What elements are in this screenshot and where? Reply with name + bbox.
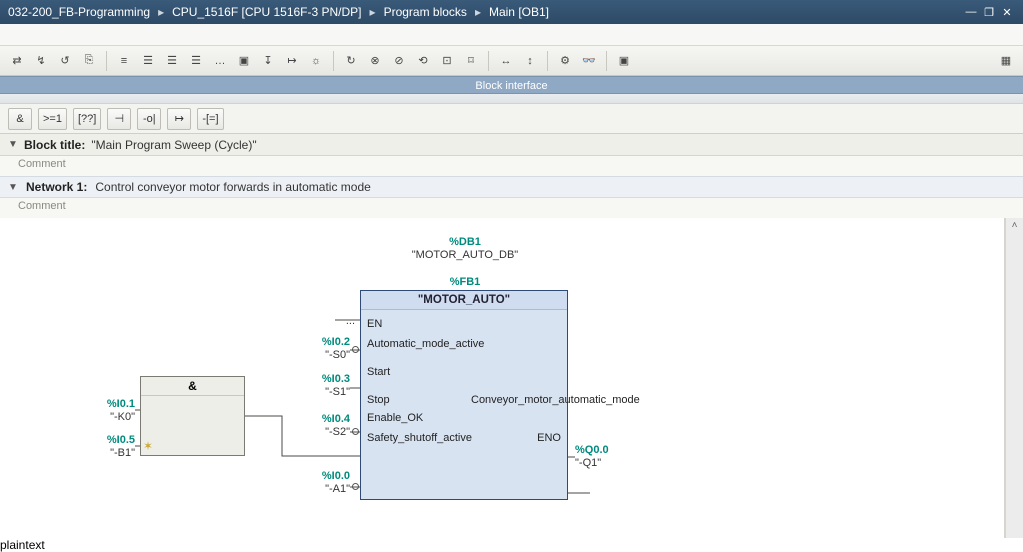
toolbar-btn[interactable]: ↯ bbox=[30, 50, 52, 72]
toolbar-btn[interactable]: ↧ bbox=[257, 50, 279, 72]
chevron-right-icon: ▸ bbox=[158, 5, 164, 19]
toolbar-btn[interactable]: ↔ bbox=[495, 50, 517, 72]
favorite-negate[interactable]: -o| bbox=[137, 108, 161, 130]
toolbar-btn[interactable]: ⚙ bbox=[554, 50, 576, 72]
tag-s2[interactable]: %I0.4 "-S2" bbox=[300, 413, 350, 439]
fb-name: "MOTOR_AUTO" bbox=[361, 291, 567, 310]
and-gate-label: & bbox=[141, 377, 244, 396]
fb-port-conveyor: Conveyor_motor_automatic_mode bbox=[471, 394, 561, 406]
favorite-or[interactable]: >=1 bbox=[38, 108, 67, 130]
scroll-up-icon[interactable]: ˄ bbox=[1012, 220, 1018, 231]
tag-s1[interactable]: %I0.3 "-S1" bbox=[300, 373, 350, 399]
fb-port-eno: ENO bbox=[537, 432, 561, 444]
collapse-caret-icon[interactable]: ▼ bbox=[8, 182, 18, 193]
fb-type-label: %FB1 bbox=[380, 276, 550, 289]
favorite-coil[interactable]: -[=] bbox=[197, 108, 223, 130]
collapse-caret-icon[interactable]: ▼ bbox=[8, 139, 18, 150]
db-symbol: "MOTOR_AUTO_DB" bbox=[380, 249, 550, 262]
favorite-branch[interactable]: ↦ bbox=[167, 108, 191, 130]
toolbar-btn[interactable]: ↦ bbox=[281, 50, 303, 72]
tag-a1[interactable]: %I0.0 "-A1" bbox=[300, 470, 350, 496]
spacer-strip bbox=[0, 24, 1023, 46]
fb-address: %FB1 bbox=[380, 276, 550, 289]
fb-port-auto: Automatic_mode_active bbox=[367, 338, 484, 350]
block-title-value[interactable]: "Main Program Sweep (Cycle)" bbox=[91, 138, 256, 152]
toolbar-separator bbox=[488, 51, 489, 71]
vertical-scrollbar[interactable]: ˄ bbox=[1005, 218, 1023, 538]
tag-s0[interactable]: %I0.2 "-S0" bbox=[300, 336, 350, 362]
interface-gap bbox=[0, 94, 1023, 104]
fb-port-safety: Safety_shutoff_active bbox=[367, 432, 472, 444]
network-header: ▼ Network 1: Control conveyor motor forw… bbox=[0, 176, 1023, 198]
and-gate-box[interactable]: & ✶ bbox=[140, 376, 245, 456]
toolbar-btn[interactable]: ⊘ bbox=[388, 50, 410, 72]
block-interface-banner[interactable]: Block interface bbox=[0, 76, 1023, 94]
favorite-and[interactable]: & bbox=[8, 108, 32, 130]
toolbar-btn[interactable]: ☰ bbox=[185, 50, 207, 72]
tag-q1[interactable]: %Q0.0 "-Q1" bbox=[575, 444, 635, 470]
fb-port-stop: Stop bbox=[367, 394, 390, 406]
toolbar-btn[interactable]: 👓 bbox=[578, 50, 600, 72]
toolbar-separator bbox=[333, 51, 334, 71]
negation-icon[interactable] bbox=[352, 483, 359, 490]
toolbar-btn[interactable]: ↻ bbox=[340, 50, 362, 72]
toolbar-btn[interactable]: ☰ bbox=[161, 50, 183, 72]
tag-b1[interactable]: %I0.5 "-B1" bbox=[80, 434, 135, 460]
breadcrumb-item[interactable]: 032-200_FB-Programming bbox=[8, 5, 150, 19]
toolbar-btn[interactable]: ⎘ bbox=[78, 50, 100, 72]
block-header: ▼ Block title: "Main Program Sweep (Cycl… bbox=[0, 134, 1023, 156]
toolbar-separator bbox=[547, 51, 548, 71]
toolbar-separator bbox=[606, 51, 607, 71]
network-desc[interactable]: Control conveyor motor forwards in autom… bbox=[95, 180, 370, 194]
chevron-right-icon: ▸ bbox=[475, 5, 481, 19]
chevron-right-icon: ▸ bbox=[370, 5, 376, 19]
instance-db-label[interactable]: %DB1 "MOTOR_AUTO_DB" bbox=[380, 236, 550, 262]
tag-k0[interactable]: %I0.1 "-K0" bbox=[80, 398, 135, 424]
breadcrumb-item[interactable]: Program blocks bbox=[384, 5, 467, 19]
breadcrumb: 032-200_FB-Programming ▸ CPU_1516F [CPU … bbox=[8, 5, 549, 19]
toolbar-btn[interactable]: ☰ bbox=[137, 50, 159, 72]
add-input-icon[interactable]: ✶ bbox=[143, 439, 153, 453]
toolbar-btn[interactable]: ↕ bbox=[519, 50, 541, 72]
toolbar-btn[interactable]: ⌑ bbox=[460, 50, 482, 72]
toolbar-btn[interactable]: ⊗ bbox=[364, 50, 386, 72]
tag-en[interactable]: ... bbox=[320, 315, 355, 328]
network-comment[interactable]: Comment bbox=[0, 198, 1023, 218]
favorite-assignment[interactable]: ⊣ bbox=[107, 108, 131, 130]
titlebar: 032-200_FB-Programming ▸ CPU_1516F [CPU … bbox=[0, 0, 1023, 24]
breadcrumb-item[interactable]: CPU_1516F [CPU 1516F-3 PN/DP] bbox=[172, 5, 361, 19]
fb-call-box[interactable]: "MOTOR_AUTO" EN Automatic_mode_active St… bbox=[360, 290, 568, 500]
block-title-label: Block title: bbox=[24, 138, 85, 152]
fb-port-start: Start bbox=[367, 366, 390, 378]
negation-icon[interactable] bbox=[352, 428, 359, 435]
toolbar-btn[interactable]: ▣ bbox=[613, 50, 635, 72]
toolbar-btn[interactable]: ⇄ bbox=[6, 50, 28, 72]
toolbar-btn[interactable]: ↺ bbox=[54, 50, 76, 72]
db-address: %DB1 bbox=[380, 236, 550, 249]
toolbar-btn-right[interactable]: ▦ bbox=[995, 50, 1017, 72]
network-title: Network 1: bbox=[26, 180, 87, 194]
block-comment[interactable]: Comment bbox=[0, 156, 1023, 176]
minimize-button[interactable]: — bbox=[963, 5, 979, 19]
toolbar-btn[interactable]: ☼ bbox=[305, 50, 327, 72]
toolbar-btn[interactable]: ≡ bbox=[113, 50, 135, 72]
toolbar-btn[interactable]: ▣ bbox=[233, 50, 255, 72]
maximize-button[interactable]: ❐ bbox=[981, 5, 997, 19]
toolbar-btn[interactable]: … bbox=[209, 50, 231, 72]
close-button[interactable]: ✕ bbox=[999, 5, 1015, 19]
toolbar-btn[interactable]: ⊡ bbox=[436, 50, 458, 72]
favorite-empty-box[interactable]: [??] bbox=[73, 108, 101, 130]
toolbar-separator bbox=[106, 51, 107, 71]
fb-port-enable: Enable_OK bbox=[367, 412, 423, 424]
toolbar-btn[interactable]: ⟲ bbox=[412, 50, 434, 72]
fbd-canvas[interactable]: %DB1 "MOTOR_AUTO_DB" %FB1 "MOTOR_AUTO" E… bbox=[0, 218, 1005, 538]
favorites-bar: & >=1 [??] ⊣ -o| ↦ -[=] bbox=[0, 104, 1023, 134]
negation-icon[interactable] bbox=[352, 346, 359, 353]
main-toolbar: ⇄ ↯ ↺ ⎘ ≡ ☰ ☰ ☰ … ▣ ↧ ↦ ☼ ↻ ⊗ ⊘ ⟲ ⊡ ⌑ ↔ … bbox=[0, 46, 1023, 76]
breadcrumb-item[interactable]: Main [OB1] bbox=[489, 5, 549, 19]
window-controls: — ❐ ✕ bbox=[963, 5, 1015, 19]
fb-port-en: EN bbox=[367, 318, 382, 330]
